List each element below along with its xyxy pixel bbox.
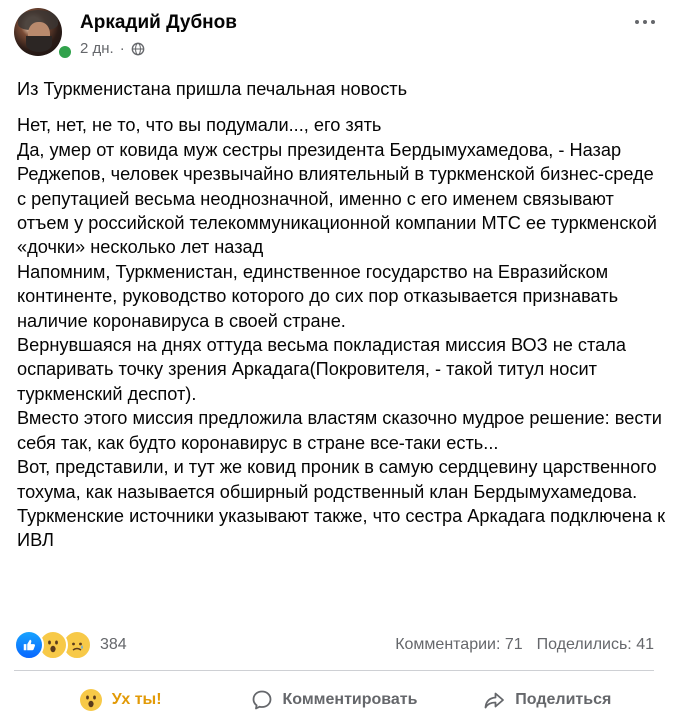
reactions-summary[interactable]: 384 bbox=[14, 630, 127, 660]
post-header: Аркадий Дубнов 2 дн. · bbox=[14, 8, 666, 60]
like-icon bbox=[14, 630, 44, 660]
comment-button[interactable]: Комментировать bbox=[227, 678, 440, 722]
comment-icon bbox=[252, 690, 271, 710]
post-timestamp[interactable]: 2 дн. bbox=[80, 40, 114, 57]
shares-count[interactable]: Поделились: 41 bbox=[537, 636, 654, 654]
post-paragraph: Вернувшаяся на днях оттуда весьма поклад… bbox=[17, 335, 626, 404]
post-paragraph: Напомним, Туркменистан, единственное гос… bbox=[17, 261, 619, 331]
author-avatar[interactable] bbox=[14, 8, 62, 56]
divider bbox=[14, 670, 654, 671]
react-button-label: Ух ты! bbox=[111, 691, 162, 708]
wow-icon bbox=[79, 689, 102, 711]
comment-button-label: Комментировать bbox=[282, 691, 418, 708]
author-name[interactable]: Аркадий Дубнов bbox=[80, 12, 237, 34]
post-meta: 2 дн. · bbox=[80, 40, 145, 57]
action-bar: Ух ты! Комментировать Поделиться bbox=[14, 678, 654, 722]
post-paragraph: Нет, нет, не то, что вы подумали..., его… bbox=[17, 115, 382, 136]
meta-separator: · bbox=[119, 40, 125, 57]
share-icon bbox=[484, 692, 505, 709]
engagement-counts: Комментарии: 71 Поделились: 41 bbox=[395, 636, 654, 654]
facebook-post: Аркадий Дубнов 2 дн. · Из Туркменистана … bbox=[0, 0, 680, 727]
comments-count[interactable]: Комментарии: 71 bbox=[395, 636, 522, 654]
post-paragraph: Туркменские источники указывают также, ч… bbox=[17, 505, 666, 551]
post-text: Из Туркменистана пришла печальная новост… bbox=[17, 77, 667, 553]
more-options-icon[interactable] bbox=[630, 12, 660, 32]
online-status-dot bbox=[57, 44, 73, 60]
post-stats: 384 Комментарии: 71 Поделились: 41 bbox=[14, 628, 654, 660]
post-paragraph: Из Туркменистана пришла печальная новост… bbox=[17, 79, 408, 99]
reaction-count: 384 bbox=[100, 636, 127, 653]
share-button[interactable]: Поделиться bbox=[441, 678, 654, 722]
react-button[interactable]: Ух ты! bbox=[14, 678, 227, 722]
post-paragraph: Вместо этого миссия предложила властям с… bbox=[17, 408, 662, 453]
post-paragraph: Вот, представили, и тут же ковид проник … bbox=[17, 457, 657, 502]
share-button-label: Поделиться bbox=[515, 691, 612, 708]
globe-icon[interactable] bbox=[131, 42, 145, 56]
post-paragraph: Да, умер от ковида муж сестры президента… bbox=[17, 139, 657, 258]
